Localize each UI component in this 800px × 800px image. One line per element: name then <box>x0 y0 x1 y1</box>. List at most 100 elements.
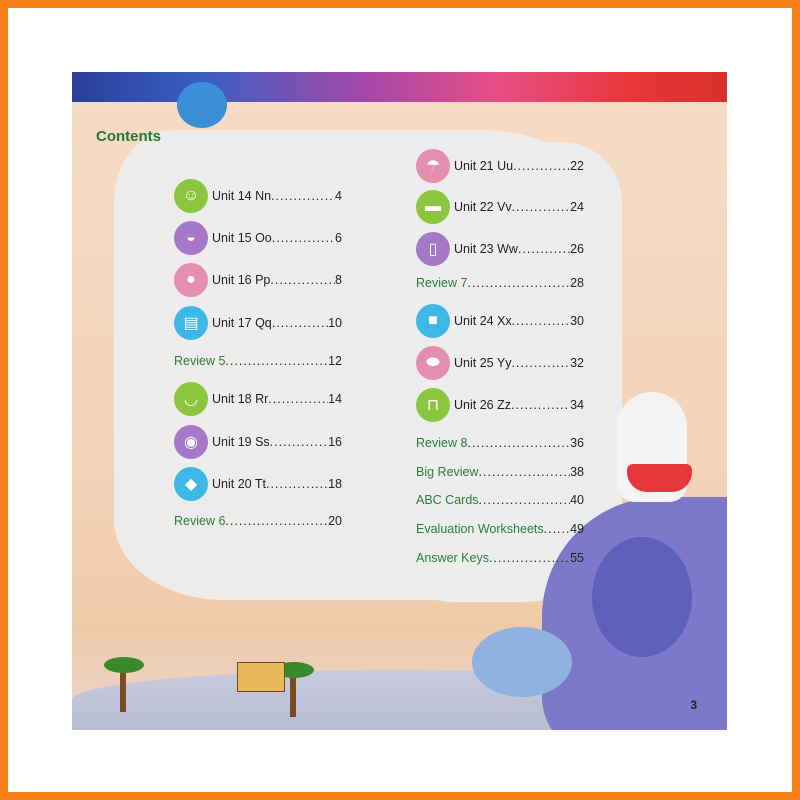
unit-entry[interactable]: ⊓ Unit 26 Zz.............................… <box>416 388 584 422</box>
entry-label: Unit 17 Qq <box>212 316 272 330</box>
entry-page-number: 14 <box>328 392 342 406</box>
entry-label: Unit 18 Rr <box>212 392 269 406</box>
entry-label: Review 8 <box>416 436 468 450</box>
box-icon: ■ <box>416 304 450 338</box>
unit-entry[interactable]: ▬ Unit 22 Vv.............................… <box>416 190 584 224</box>
entry-label: Unit 19 Ss <box>212 435 270 449</box>
dot-leader: ........................................… <box>488 551 570 565</box>
unit-entry[interactable]: ◆ Unit 20 Tt.............................… <box>174 467 342 501</box>
review-entry[interactable]: Review 7................................… <box>416 275 584 291</box>
entry-label: Review 5 <box>174 354 226 368</box>
entry-label: Unit 26 Zz <box>454 398 511 412</box>
dot-leader: ........................................… <box>268 392 328 406</box>
dot-leader: ........................................… <box>511 200 570 214</box>
dot-leader: ........................................… <box>467 276 571 290</box>
entry-page-number: 22 <box>570 159 584 173</box>
entry-label: Unit 25 Yy <box>454 356 512 370</box>
palm-leaves-illustration <box>104 657 144 673</box>
quilt-icon: ▤ <box>174 306 208 340</box>
entry-label: Unit 21 Uu <box>454 159 514 173</box>
entry-label: Answer Keys <box>416 551 489 565</box>
unit-entry[interactable]: ● Unit 16 Pp.............................… <box>174 263 342 297</box>
entry-label: ABC Cards <box>416 493 479 507</box>
bird-illustration <box>177 82 227 128</box>
entry-page-number: 55 <box>570 551 584 565</box>
entry-page-number: 30 <box>570 314 584 328</box>
review-entry[interactable]: Answer Keys.............................… <box>416 550 584 566</box>
unit-entry[interactable]: ▯ Unit 23 Ww.............................… <box>416 232 584 266</box>
entry-page-number: 49 <box>570 522 584 536</box>
palm-tree-illustration <box>120 667 126 712</box>
entry-label: Review 7 <box>416 276 468 290</box>
entry-label: Evaluation Worksheets <box>416 522 544 536</box>
omelet-plate-icon: ◒ <box>174 221 208 255</box>
koala-illustration <box>472 627 572 697</box>
dot-leader: ........................................… <box>271 189 336 203</box>
entry-page-number: 24 <box>570 200 584 214</box>
review-entry[interactable]: Evaluation Worksheets...................… <box>416 521 584 537</box>
entry-page-number: 8 <box>335 273 342 287</box>
umbrella-icon: ☂ <box>416 149 450 183</box>
entry-label: Review 6 <box>174 514 226 528</box>
dot-leader: ........................................… <box>269 435 328 449</box>
entry-page-number: 20 <box>328 514 342 528</box>
sign-illustration <box>237 662 285 692</box>
toast-icon: ◆ <box>174 467 208 501</box>
entry-label: Unit 16 Pp <box>212 273 271 287</box>
zipline-icon: ⊓ <box>416 388 450 422</box>
dot-leader: ........................................… <box>265 477 329 491</box>
unit-entry[interactable]: ☺ Unit 14 Nn.............................… <box>174 179 342 213</box>
entry-label: Unit 15 Oo <box>212 231 272 245</box>
contents-page: Contents ☺ Unit 14 Nn....................… <box>72 72 727 730</box>
review-entry[interactable]: Review 6................................… <box>174 513 342 529</box>
review-entry[interactable]: ABC Cards...............................… <box>416 492 584 508</box>
dot-leader: ........................................… <box>478 465 571 479</box>
entry-page-number: 28 <box>570 276 584 290</box>
review-entry[interactable]: Review 5................................… <box>174 353 342 369</box>
entry-label: Unit 14 Nn <box>212 189 272 203</box>
dot-leader: ........................................… <box>511 356 570 370</box>
unit-entry[interactable]: ◡ Unit 18 Rr.............................… <box>174 382 342 416</box>
top-color-strip <box>72 72 727 102</box>
dot-leader: ........................................… <box>271 231 336 245</box>
entry-label: Big Review <box>416 465 479 479</box>
pear-icon: ● <box>174 263 208 297</box>
dot-leader: ........................................… <box>511 314 570 328</box>
elephant-ear-illustration <box>592 537 692 657</box>
dot-leader: ........................................… <box>271 316 328 330</box>
entry-page-number: 16 <box>328 435 342 449</box>
entry-page-number: 36 <box>570 436 584 450</box>
review-entry[interactable]: Review 8................................… <box>416 435 584 451</box>
entry-page-number: 34 <box>570 398 584 412</box>
entry-label: Unit 22 Vv <box>454 200 512 214</box>
page-title: Contents <box>96 128 161 145</box>
unit-entry[interactable]: ◉ Unit 19 Ss.............................… <box>174 425 342 459</box>
dot-leader: ........................................… <box>478 493 571 507</box>
dot-leader: ........................................… <box>543 522 571 536</box>
soup-icon: ◉ <box>174 425 208 459</box>
entry-page-number: 4 <box>335 189 342 203</box>
review-entry[interactable]: Big Review..............................… <box>416 464 584 480</box>
unit-entry[interactable]: ☂ Unit 21 Uu.............................… <box>416 149 584 183</box>
water-glass-icon: ▯ <box>416 232 450 266</box>
unit-entry[interactable]: ◒ Unit 15 Oo.............................… <box>174 221 342 255</box>
van-icon: ▬ <box>416 190 450 224</box>
palm-tree-illustration <box>290 672 296 717</box>
entry-label: Unit 24 Xx <box>454 314 512 328</box>
entry-page-number: 6 <box>335 231 342 245</box>
rice-bowl-icon: ◡ <box>174 382 208 416</box>
entry-page-number: 18 <box>328 477 342 491</box>
unit-entry[interactable]: ⬬ Unit 25 Yy.............................… <box>416 346 584 380</box>
entry-page-number: 38 <box>570 465 584 479</box>
dot-leader: ........................................… <box>270 273 336 287</box>
boy-face-icon: ☺ <box>174 179 208 213</box>
unit-entry[interactable]: ■ Unit 24 Xx.............................… <box>416 304 584 338</box>
page-number: 3 <box>690 698 697 712</box>
entry-page-number: 10 <box>328 316 342 330</box>
dot-leader: ........................................… <box>467 436 571 450</box>
unit-entry[interactable]: ▤ Unit 17 Qq.............................… <box>174 306 342 340</box>
entry-label: Unit 23 Ww <box>454 242 518 256</box>
dot-leader: ........................................… <box>513 159 570 173</box>
entry-page-number: 12 <box>328 354 342 368</box>
entry-page-number: 26 <box>570 242 584 256</box>
